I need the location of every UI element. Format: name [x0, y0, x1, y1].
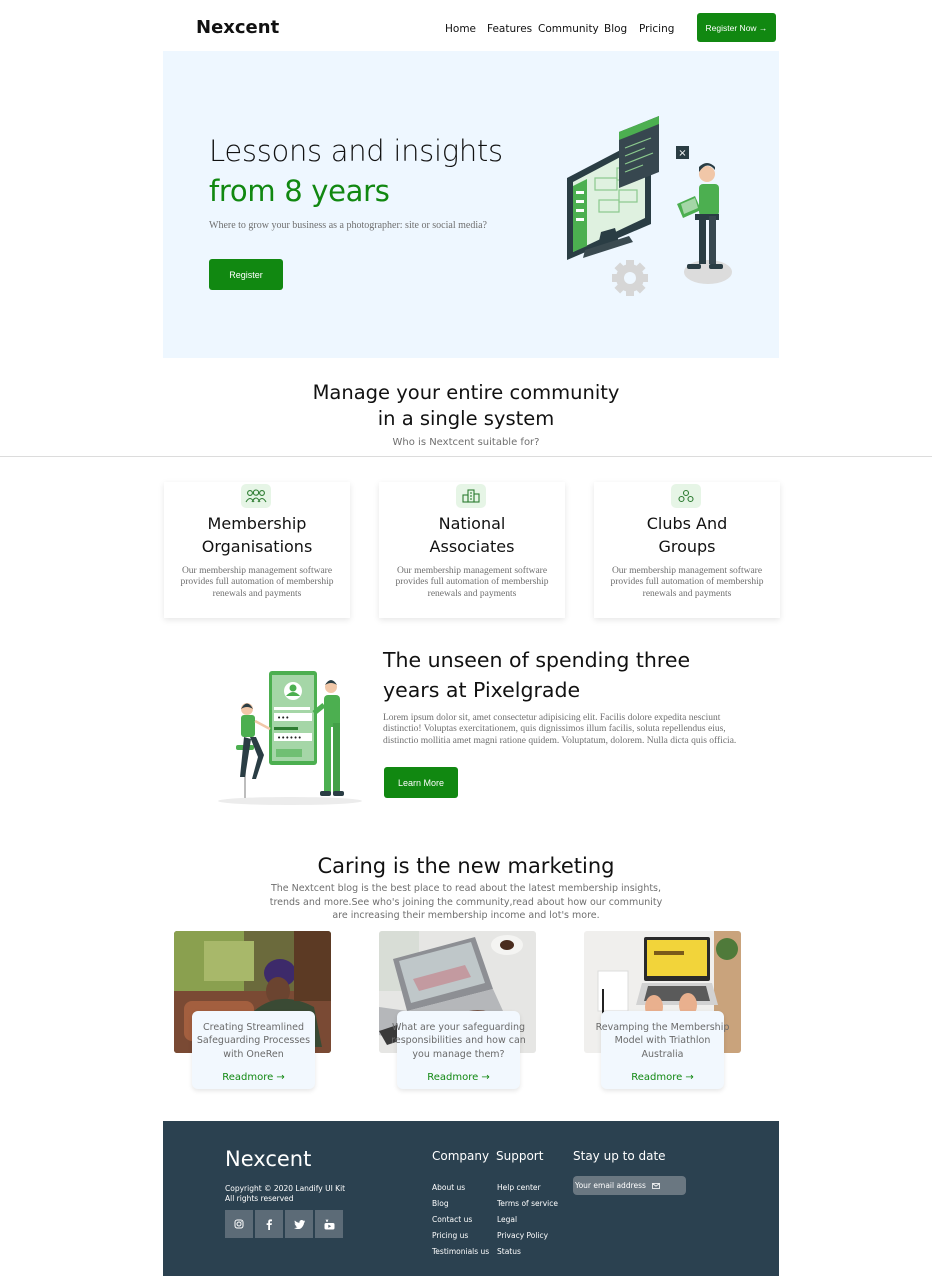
footer-link-help-center[interactable]: Help center: [497, 1183, 541, 1192]
hero-register-button[interactable]: Register: [209, 259, 283, 290]
footer-newsletter-heading: Stay up to date: [573, 1149, 666, 1163]
footer-link-pricing[interactable]: Pricing us: [432, 1231, 468, 1240]
card-title-line1: Clubs And: [646, 514, 728, 533]
feature-illustration: ••• ••••••: [218, 671, 362, 805]
card-title-line1: National: [438, 514, 506, 533]
card-membership: Membership Organisations Our membership …: [164, 482, 350, 618]
nav-community[interactable]: Community: [538, 23, 599, 35]
nav-pricing[interactable]: Pricing: [639, 23, 674, 35]
feature-title-line2: years at Pixelgrade: [383, 678, 581, 702]
hero-title: Lessons and insights: [209, 134, 503, 168]
email-placeholder: Your email address: [575, 1181, 646, 1190]
blog-subtitle: The Nextcent blog is the best place to r…: [0, 882, 932, 923]
community-title-line1: Manage your entire community: [312, 381, 620, 404]
blog-post-title[interactable]: Revamping the Membership Model with Tria…: [595, 1021, 730, 1061]
footer-link-terms[interactable]: Terms of service: [497, 1199, 558, 1208]
footer-link-contact[interactable]: Contact us: [432, 1215, 472, 1224]
feature-text: Lorem ipsum dolor sit, amet consectetur …: [383, 713, 737, 746]
readmore-link[interactable]: Readmore →: [601, 1072, 724, 1083]
section-divider: [0, 456, 932, 457]
footer-link-privacy[interactable]: Privacy Policy: [497, 1231, 548, 1240]
footer-rights: All rights reserved: [225, 1194, 294, 1203]
footer-link-about[interactable]: About us: [432, 1183, 465, 1192]
card-clubs: Clubs And Groups Our membership manageme…: [594, 482, 780, 618]
hero-illustration: ×: [567, 116, 732, 296]
svg-text:×: ×: [678, 148, 686, 159]
card-title: Membership Organisations: [164, 512, 350, 558]
send-icon[interactable]: [652, 1182, 660, 1189]
blog-card-1: Creating Streamlined Safeguarding Proces…: [192, 1011, 315, 1089]
card-title-line2: Groups: [658, 537, 716, 556]
blog-card-2: What are your safeguarding responsibilit…: [391, 1011, 526, 1089]
blog-post-title[interactable]: What are your safeguarding responsibilit…: [391, 1021, 526, 1061]
people-group-icon: [241, 484, 271, 508]
twitter-icon[interactable]: [285, 1210, 313, 1238]
readmore-link[interactable]: Readmore →: [397, 1072, 520, 1083]
card-title-line2: Associates: [429, 537, 515, 556]
card-title-line1: Membership: [207, 514, 307, 533]
footer-link-blog[interactable]: Blog: [432, 1199, 449, 1208]
community-subtitle: Who is Nextcent suitable for?: [392, 437, 540, 448]
footer-brand: Nexcent: [225, 1147, 312, 1171]
card-title-line2: Organisations: [201, 537, 313, 556]
feature-title: The unseen of spending three years at Pi…: [383, 645, 690, 705]
blog-card-3: Revamping the Membership Model with Tria…: [596, 1011, 729, 1089]
buildings-icon: [456, 484, 486, 508]
facebook-icon[interactable]: [255, 1210, 283, 1238]
nav-features[interactable]: Features: [487, 23, 532, 35]
blog-title: Caring is the new marketing: [317, 854, 615, 878]
footer-company-heading: Company: [432, 1149, 490, 1163]
login-dots-2: ••••••: [277, 734, 302, 742]
card-title: National Associates: [379, 512, 565, 558]
instagram-icon[interactable]: [225, 1210, 253, 1238]
nav-blog[interactable]: Blog: [604, 23, 627, 35]
card-title: Clubs And Groups: [594, 512, 780, 558]
blog-subtitle-line3: are increasing their membership income a…: [332, 910, 600, 921]
hand-group-icon: [671, 484, 701, 508]
footer-link-legal[interactable]: Legal: [497, 1215, 517, 1224]
footer-link-status[interactable]: Status: [497, 1247, 521, 1256]
card-description: Our membership management software provi…: [610, 566, 764, 599]
register-now-button[interactable]: Register Now →: [697, 13, 776, 42]
footer-copyright: Copyright © 2020 Landify UI Kit: [225, 1184, 346, 1193]
community-title-line2: in a single system: [377, 407, 555, 430]
blog-subtitle-line1: The Nextcent blog is the best place to r…: [270, 883, 662, 894]
youtube-icon[interactable]: [315, 1210, 343, 1238]
brand-logo[interactable]: Nexcent: [196, 17, 279, 38]
login-dots-1: •••: [277, 714, 289, 722]
hero-title-accent: from 8 years: [209, 174, 390, 208]
card-description: Our membership management software provi…: [395, 566, 549, 599]
community-title: Manage your entire community in a single…: [0, 380, 932, 432]
nav-home[interactable]: Home: [445, 23, 476, 35]
footer-link-testimonials[interactable]: Testimonials us: [432, 1247, 489, 1256]
card-description: Our membership management software provi…: [180, 566, 334, 599]
learn-more-button[interactable]: Learn More: [384, 767, 458, 798]
footer-support-heading: Support: [496, 1149, 544, 1163]
feature-title-line1: The unseen of spending three: [383, 648, 691, 672]
blog-subtitle-line2: trends and more.See who's joining the co…: [269, 896, 663, 908]
readmore-link[interactable]: Readmore →: [192, 1072, 315, 1083]
hero-subtitle: Where to grow your business as a photogr…: [209, 220, 487, 231]
card-national: National Associates Our membership manag…: [379, 482, 565, 618]
blog-post-title[interactable]: Creating Streamlined Safeguarding Proces…: [186, 1021, 321, 1061]
email-input[interactable]: Your email address: [573, 1176, 686, 1195]
